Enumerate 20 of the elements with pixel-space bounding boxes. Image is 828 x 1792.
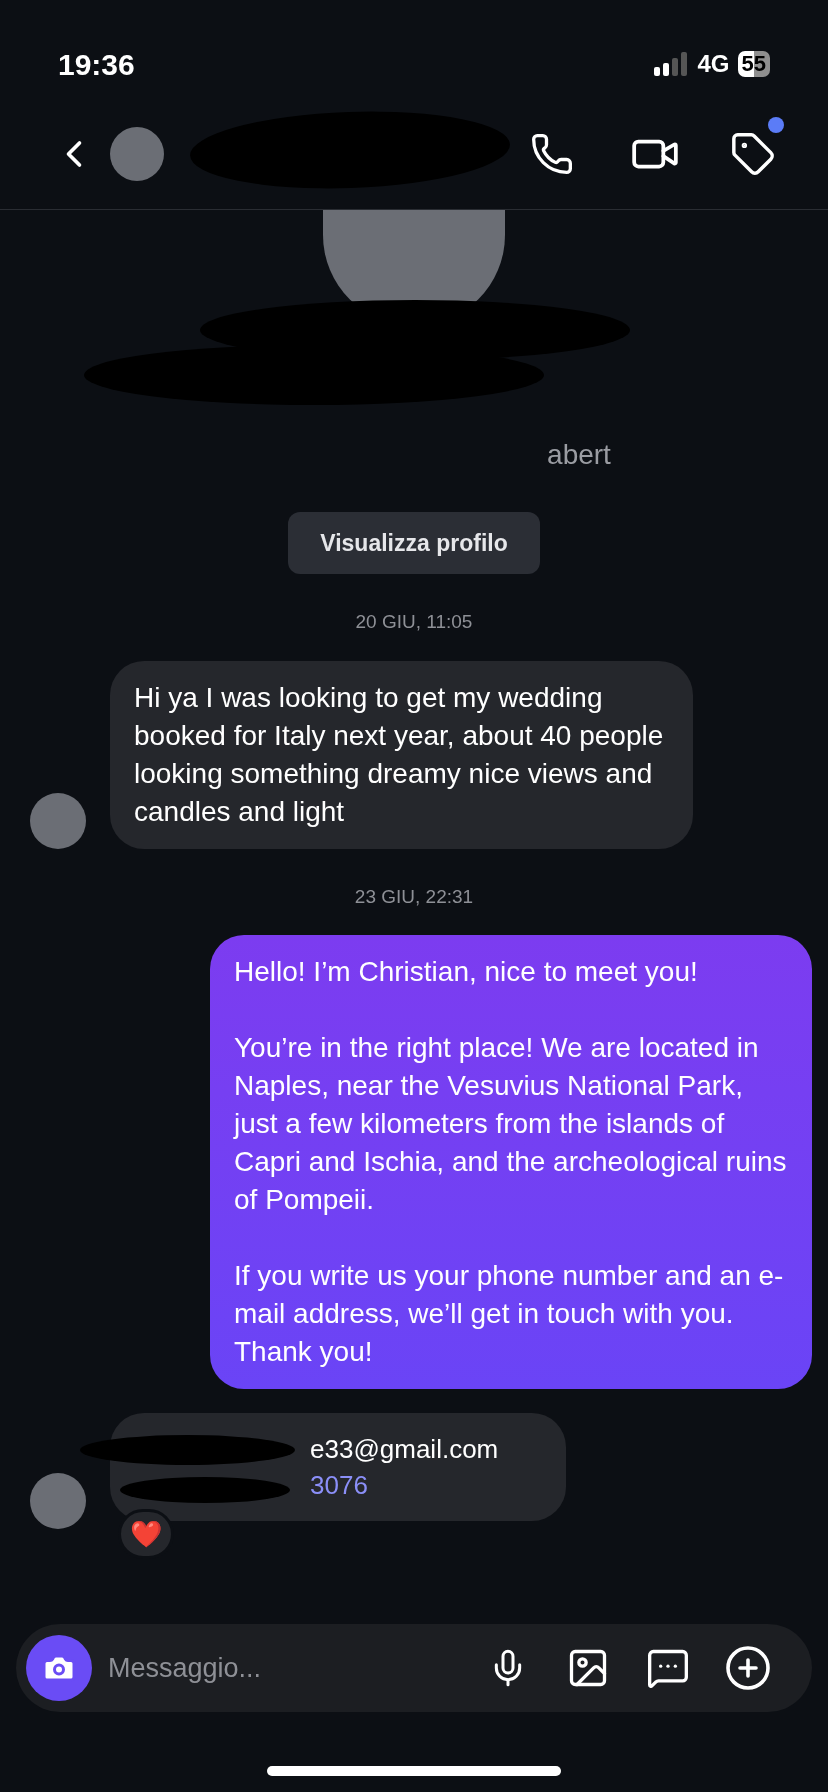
avatar-placeholder	[30, 1473, 86, 1529]
timestamp: 20 GIU, 11:05	[355, 610, 473, 634]
outgoing-message-bubble: Hello! I’m Christian, nice to meet you! You’re in the right place! We are located in Naples, near the Vesuvius National Park, just a few kilometers from the islands of Capri and Ischia, and the archeological ruins of Pompeii. If you write us your phone number and an e-mail address, we’ll get in touch with you. Thank you!	[210, 935, 812, 1389]
phone-icon[interactable]	[530, 131, 574, 176]
phone-link[interactable]: 3076	[310, 1470, 368, 1500]
avatar-placeholder	[110, 126, 164, 181]
view-profile-button[interactable]: Visualizza profilo	[288, 512, 540, 574]
message-input[interactable]: Messaggio...	[108, 1647, 488, 1689]
network-label: 4G	[697, 49, 730, 79]
timestamp: 23 GIU, 22:31	[354, 884, 474, 909]
signal-icon	[653, 52, 690, 76]
email-text: e33@gmail.com	[310, 1434, 499, 1464]
username-text: abert	[547, 438, 611, 472]
battery-indicator: 55	[737, 51, 770, 77]
tag-icon[interactable]	[730, 130, 776, 177]
heart-reaction[interactable]: ❤	[118, 1509, 174, 1559]
status-time: 19:36	[58, 46, 135, 83]
plus-icon[interactable]	[724, 1644, 772, 1692]
camera-button[interactable]	[26, 1635, 92, 1701]
incoming-message-bubble: Hi ya I was looking to get my wedding booked for Italy next year, about 40 people looking something dreamy nice views and candles and light	[110, 660, 693, 849]
